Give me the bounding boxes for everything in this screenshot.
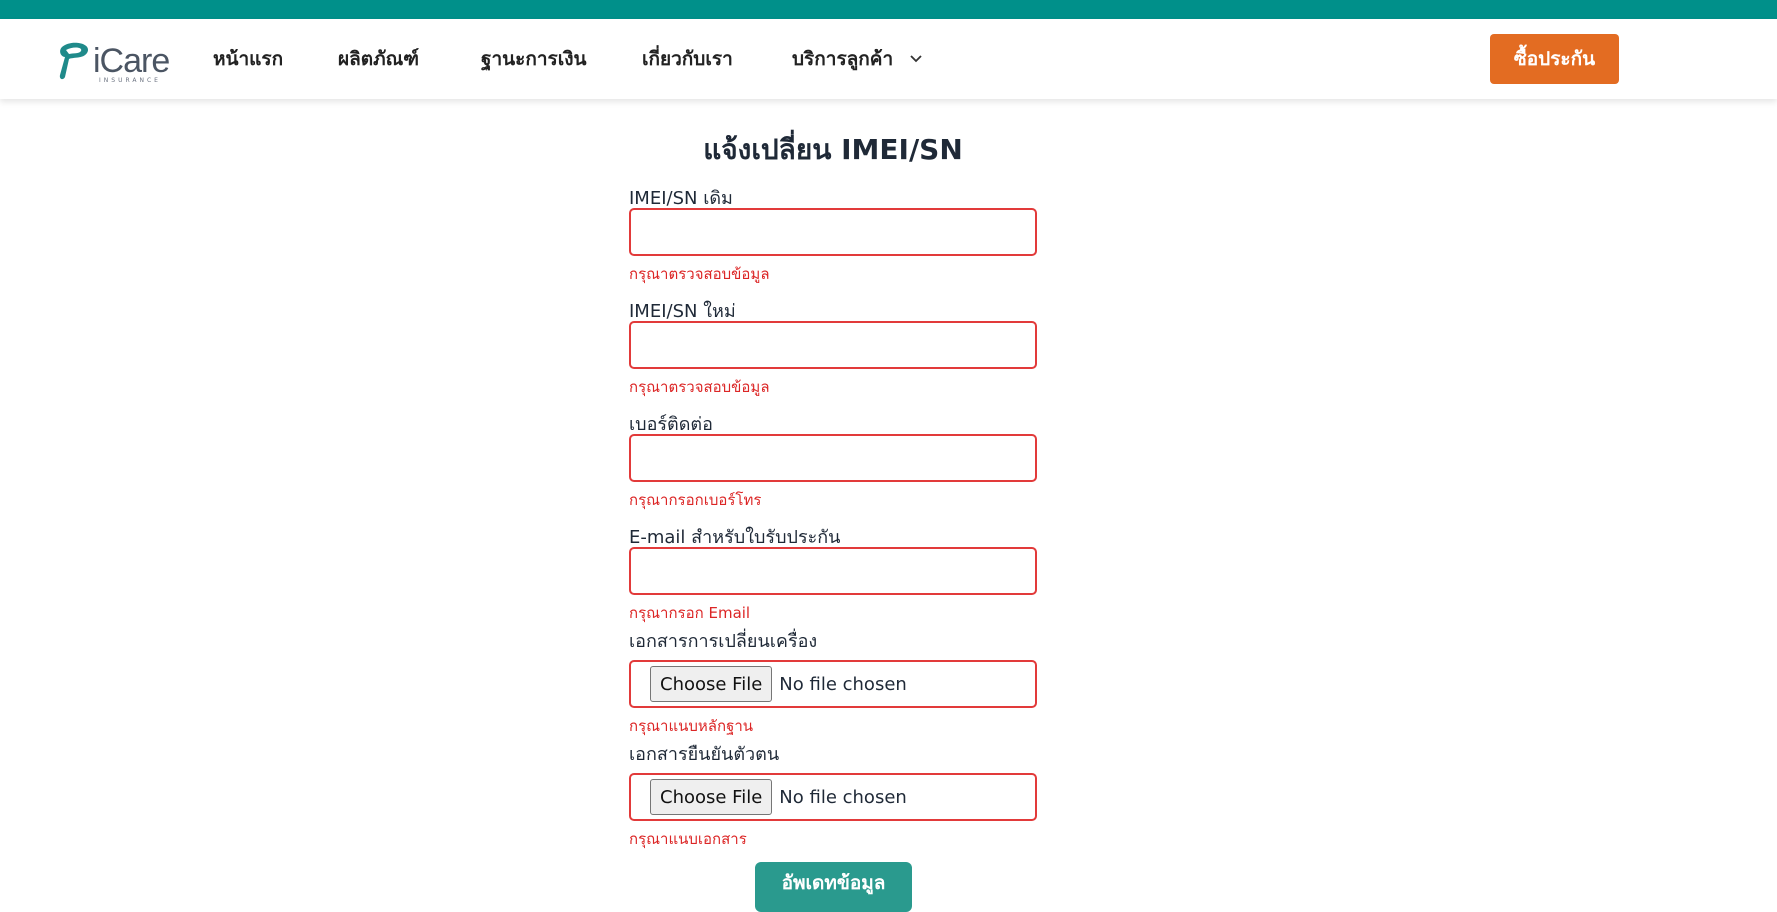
top-accent-bar bbox=[0, 0, 1777, 19]
contact-phone-input[interactable] bbox=[629, 434, 1037, 482]
buy-insurance-button[interactable]: ซื้อประกัน bbox=[1490, 34, 1619, 84]
logo-tagline: INSURANCE bbox=[99, 77, 161, 84]
nav-item-financial-status[interactable]: ฐานะการเงิน bbox=[481, 46, 586, 72]
email-error: กรุณากรอก Email bbox=[629, 604, 751, 622]
identity-document-error: กรุณาแนบเอกสาร bbox=[629, 830, 747, 848]
new-imei-input[interactable] bbox=[629, 321, 1037, 369]
choose-file-button[interactable]: Choose File bbox=[650, 779, 773, 815]
nav-item-customer-service-label: บริการลูกค้า bbox=[792, 48, 894, 70]
identity-document-file-input[interactable]: Choose File No file chosen bbox=[629, 773, 1037, 821]
old-imei-input[interactable] bbox=[629, 208, 1037, 256]
nav-item-home[interactable]: หน้าแรก bbox=[213, 46, 283, 72]
chevron-down-icon bbox=[910, 55, 922, 63]
contact-phone-error: กรุณากรอกเบอร์โทร bbox=[629, 491, 762, 509]
file-status-text: No file chosen bbox=[779, 673, 907, 695]
device-change-document-label: เอกสารการเปลี่ยนเครื่อง bbox=[629, 631, 818, 652]
old-imei-error: กรุณาตรวจสอบข้อมูล bbox=[629, 265, 770, 283]
device-change-document-error: กรุณาแนบหลักฐาน bbox=[629, 717, 754, 735]
device-change-document-file-input[interactable]: Choose File No file chosen bbox=[629, 660, 1037, 708]
brand-logo[interactable]: iCare INSURANCE bbox=[57, 41, 172, 84]
new-imei-error: กรุณาตรวจสอบข้อมูล bbox=[629, 378, 770, 396]
logo-wordmark: iCare bbox=[93, 42, 170, 80]
nav-item-customer-service[interactable]: บริการลูกค้า bbox=[792, 46, 922, 72]
nav-item-about-us[interactable]: เกี่ยวกับเรา bbox=[642, 46, 733, 72]
page-title: แจ้งเปลี่ยน IMEI/SN bbox=[703, 133, 963, 166]
nav-item-products[interactable]: ผลิตภัณฑ์ bbox=[338, 46, 419, 72]
choose-file-button[interactable]: Choose File bbox=[650, 666, 773, 702]
logo-mark-icon bbox=[59, 42, 89, 80]
identity-document-label: เอกสารยืนยันตัวตน bbox=[629, 744, 780, 765]
email-input[interactable] bbox=[629, 547, 1037, 595]
file-status-text: No file chosen bbox=[779, 786, 907, 808]
site-header: iCare INSURANCE หน้าแรก ผลิตภัณฑ์ ฐานะกา… bbox=[0, 19, 1777, 99]
update-info-button[interactable]: อัพเดทข้อมูล bbox=[755, 862, 912, 912]
